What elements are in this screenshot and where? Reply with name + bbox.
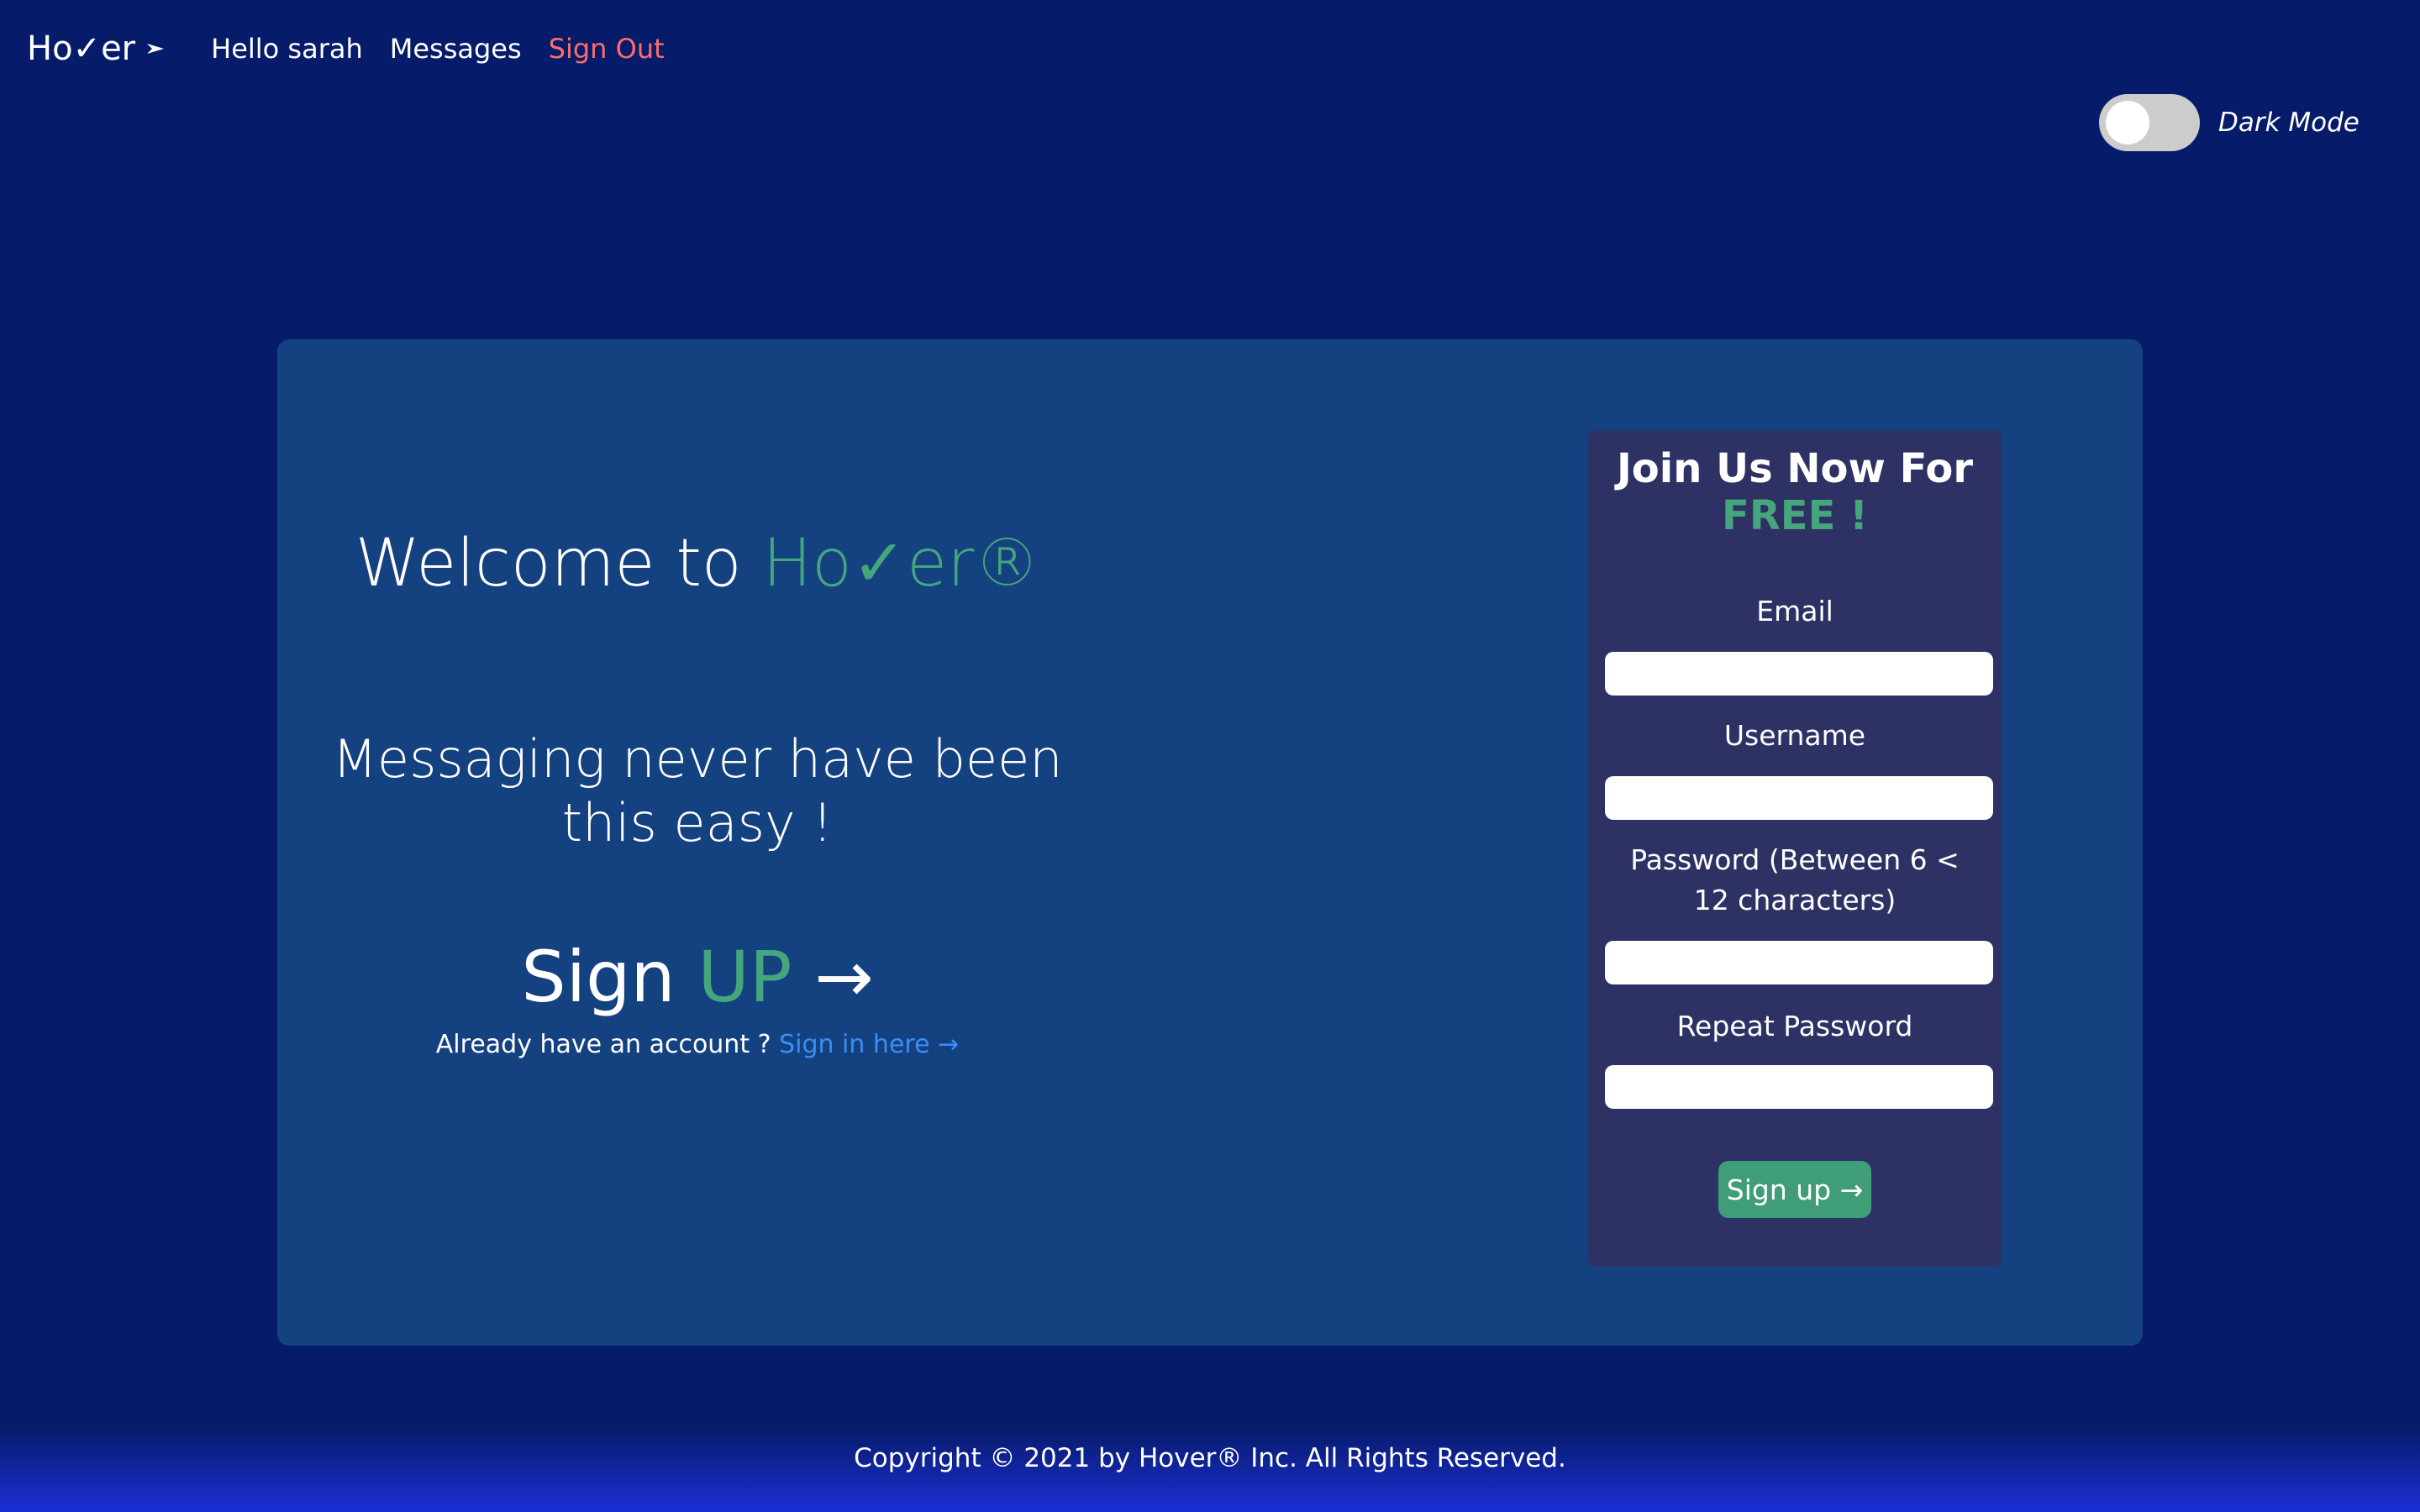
sign-in-link[interactable]: Sign in here →: [779, 1030, 959, 1059]
arrow-right-icon: [147, 44, 165, 54]
password-field[interactable]: [1605, 941, 1993, 984]
sign-up-cta-highlight: UP: [697, 936, 792, 1018]
username-label: Username: [1723, 719, 1866, 752]
nav-link-messages[interactable]: Messages: [390, 33, 522, 65]
nav-link-greeting[interactable]: Hello sarah: [211, 33, 363, 65]
copyright-text: Copyright © 2021 by Hover® Inc. All Righ…: [854, 1443, 1566, 1473]
signup-form-title-line2: FREE !: [1722, 492, 1868, 539]
sign-up-button[interactable]: Sign up →: [1718, 1161, 1871, 1218]
welcome-card: Welcome to Ho✓er® Messaging never have b…: [277, 339, 2143, 1346]
username-field[interactable]: [1605, 776, 1993, 820]
switch-knob: [2106, 101, 2149, 144]
signup-form: Join Us Now For FREE ! Email Username Pa…: [1588, 430, 2002, 1267]
signup-form-title: Join Us Now For FREE !: [1588, 445, 2002, 539]
welcome-heading: Welcome to Ho✓er®: [277, 526, 1118, 601]
email-label: Email: [1756, 595, 1833, 627]
dark-mode-label: Dark Mode: [2218, 108, 2360, 138]
repeat-password-label: Repeat Password: [1676, 1010, 1913, 1042]
brand-logo[interactable]: Ho✓er: [27, 29, 167, 68]
sign-up-cta[interactable]: Sign UP →: [277, 936, 1118, 1018]
nav-link-sign-out[interactable]: Sign Out: [549, 33, 665, 65]
signin-prompt-row: Already have an account ? Sign in here →: [277, 1030, 1118, 1059]
sign-up-cta-prefix: Sign: [521, 936, 698, 1018]
signup-form-title-line1: Join Us Now For: [1616, 445, 1974, 492]
arrow-right-icon: →: [814, 936, 874, 1018]
dark-mode-switch[interactable]: [2099, 94, 2200, 151]
welcome-subtitle: Messaging never have been this easy !: [332, 728, 1063, 853]
top-navbar: Ho✓er Hello sarah Messages Sign Out: [0, 0, 2420, 97]
footer: Copyright © 2021 by Hover® Inc. All Righ…: [0, 1428, 2420, 1512]
repeat-password-field[interactable]: [1605, 1065, 1993, 1109]
dark-mode-toggle-group: Dark Mode: [2099, 94, 2360, 151]
email-field[interactable]: [1605, 652, 1993, 696]
welcome-heading-brand: Ho✓er®: [762, 526, 1040, 601]
brand-name: Ho✓er: [27, 29, 136, 68]
password-label: Password (Between 6 < 12 characters): [1630, 843, 1960, 916]
welcome-heading-prefix: Welcome to: [355, 526, 763, 601]
signin-prompt-text: Already have an account ?: [435, 1030, 780, 1059]
